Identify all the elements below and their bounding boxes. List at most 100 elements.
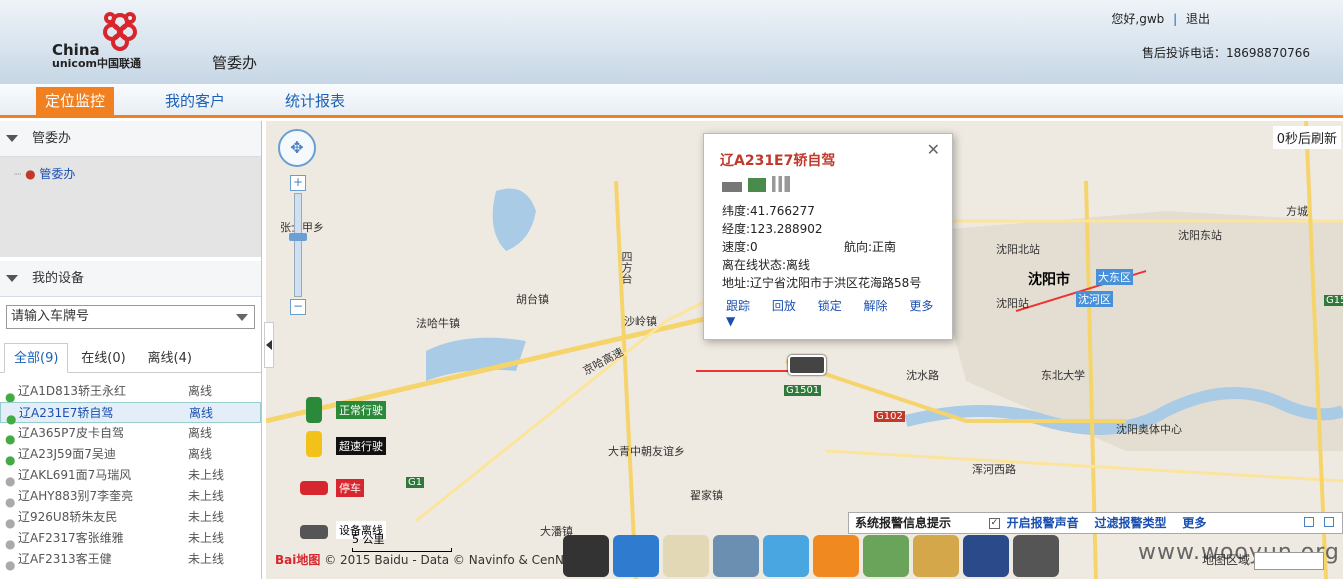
plate-search-select[interactable]: 请输入车牌号 xyxy=(6,305,255,329)
person-icon: ● xyxy=(5,474,16,488)
device-filter-tabs: 全部(9) 在线(0) 离线(4) xyxy=(0,339,261,373)
lock-link[interactable]: 锁定 xyxy=(818,299,842,313)
speed: 速度:0 xyxy=(722,240,758,254)
list-item[interactable]: ● 辽AF2313客王健 未上线 xyxy=(0,549,261,572)
zoom-in-button[interactable]: + xyxy=(290,175,306,191)
road-icon[interactable] xyxy=(563,535,609,577)
longitude: 经度:123.288902 xyxy=(722,222,823,236)
gps-satellite-icon xyxy=(747,178,766,192)
globe-icon[interactable] xyxy=(763,535,809,577)
panel-collapse-toggle[interactable] xyxy=(264,322,274,368)
person-icon: ● xyxy=(5,453,16,467)
zoom-out-button[interactable]: − xyxy=(290,299,306,315)
person-icon: ● xyxy=(6,412,17,426)
baidu-logo: Bai地图 xyxy=(275,553,321,567)
app-dock xyxy=(563,535,1063,579)
track-link[interactable]: 跟踪 xyxy=(726,299,750,313)
map-pin-icon[interactable] xyxy=(863,535,909,577)
tree-node[interactable]: ┈ ● 管委办 xyxy=(14,165,247,182)
playback-link[interactable]: 回放 xyxy=(772,299,796,313)
map-scale: 5 公里 xyxy=(352,531,452,552)
close-icon[interactable]: ✕ xyxy=(927,140,940,159)
alarm-sound-label[interactable]: 开启报警声音 xyxy=(1007,516,1079,530)
car-stopped-icon xyxy=(300,481,328,495)
list-item[interactable]: ● 辽A1D813轿王永红 离线 xyxy=(0,381,261,404)
car-normal-icon xyxy=(306,397,322,423)
main-nav: 定位监控 我的客户 统计报表 xyxy=(0,84,1343,118)
maximize-icon[interactable] xyxy=(1324,517,1334,527)
devices-panel-header[interactable]: 我的设备 xyxy=(0,261,261,297)
person-icon: ● xyxy=(5,558,16,572)
address: 地址:辽宁省沈阳市于洪区花海路58号 xyxy=(722,276,922,290)
list-item[interactable]: ● 辽A365P7皮卡自驾 离线 xyxy=(0,423,261,446)
person-icon: ● xyxy=(5,537,16,551)
tab-online[interactable]: 在线(0) xyxy=(72,344,134,374)
tab-reports[interactable]: 统计报表 xyxy=(276,87,354,115)
traffic-cone-icon[interactable] xyxy=(813,535,859,577)
header: China unicom中国联通 管委办 您好,gwb | 退出 售后投诉电话：1… xyxy=(0,0,1343,84)
legend-normal: 正常行驶 xyxy=(336,401,386,419)
sound-checkbox[interactable]: ✓ xyxy=(988,518,1000,529)
left-panel: 管委办 ┈ ● 管委办 我的设备 请输入车牌号 全部(9) 在线(0) 离线(4… xyxy=(0,121,262,579)
caret-left-icon[interactable] xyxy=(266,340,272,350)
car-speeding-icon xyxy=(306,431,322,457)
user-bar: 您好,gwb | 退出 xyxy=(1111,12,1210,26)
alarm-bar: 系统报警信息提示 ✓ 开启报警声音 过滤报警类型 更多 xyxy=(848,512,1343,534)
group-panel-header[interactable]: 管委办 xyxy=(0,121,261,157)
popup-title: 辽A231E7轿自驾 xyxy=(720,153,836,169)
user-icon: ● xyxy=(25,167,36,181)
list-item[interactable]: ● 辽AF2317客张维雅 未上线 xyxy=(0,528,261,551)
person-icon: ● xyxy=(5,390,16,404)
org-tree: ┈ ● 管委办 xyxy=(0,157,261,257)
map-view-select[interactable]: 地图区域 xyxy=(1202,551,1325,570)
refresh-countdown: 0秒后刷新 xyxy=(1272,126,1341,149)
battery-icon xyxy=(722,182,742,192)
latitude: 纬度:41.766277 xyxy=(722,204,815,218)
gear-icon[interactable] xyxy=(1013,535,1059,577)
car-offline-icon xyxy=(300,525,328,539)
logout-link[interactable]: 退出 xyxy=(1186,12,1210,26)
legend-speeding: 超速行驶 xyxy=(336,437,386,455)
satellite-icon[interactable] xyxy=(713,535,759,577)
person-icon: ● xyxy=(5,495,16,509)
vehicle-info-popup: 辽A231E7轿自驾 ✕ 纬度:41.766277 经度:123.288902 … xyxy=(703,133,953,340)
greeting: 您好,gwb xyxy=(1111,12,1165,26)
status-icons xyxy=(722,176,790,195)
heading: 航向:正南 xyxy=(844,240,897,254)
tab-all[interactable]: 全部(9) xyxy=(4,343,69,373)
collapse-triangle-icon[interactable] xyxy=(6,135,18,142)
list-item[interactable]: ● 辽A23J59面7吴迪 离线 xyxy=(0,444,261,467)
unlock-link[interactable]: 解除 xyxy=(864,299,888,313)
map-route-icon[interactable] xyxy=(663,535,709,577)
chevron-down-icon[interactable] xyxy=(236,314,248,321)
vehicle-marker-icon[interactable] xyxy=(788,355,826,375)
org-title: 管委办 xyxy=(212,54,258,72)
online-status: 离在线状态:离线 xyxy=(722,258,811,272)
tab-location-monitor[interactable]: 定位监控 xyxy=(36,87,115,115)
person-icon: ● xyxy=(5,432,16,446)
pen-icon[interactable] xyxy=(963,535,1009,577)
ruler-icon[interactable] xyxy=(913,535,959,577)
minimize-icon[interactable] xyxy=(1304,517,1314,527)
person-icon: ● xyxy=(5,516,16,530)
tab-offline[interactable]: 离线(4) xyxy=(139,344,201,374)
filter-alarm-link[interactable]: 过滤报警类型 xyxy=(1095,516,1167,530)
brand-text: China unicom中国联通 xyxy=(52,41,141,71)
zoom-slider[interactable] xyxy=(294,193,302,297)
legend-stopped: 停车 xyxy=(336,479,364,497)
list-item[interactable]: ● 辽AKL691面7马瑞风 未上线 xyxy=(0,465,261,488)
map-pan-control[interactable]: ✥ xyxy=(278,129,316,167)
list-item[interactable]: ● 辽AHY883别7李奎亮 未上线 xyxy=(0,486,261,509)
zoom-slider-handle[interactable] xyxy=(289,233,307,241)
list-item[interactable]: ● 辽A231E7轿自驾 离线 xyxy=(0,402,261,426)
alarm-more-link[interactable]: 更多 xyxy=(1182,516,1206,530)
paw-icon[interactable] xyxy=(613,535,659,577)
tab-my-customers[interactable]: 我的客户 xyxy=(156,87,234,115)
map-copyright: Bai地图 © 2015 Baidu - Data © Navinfo & Ce… xyxy=(275,553,582,567)
device-list: ● 辽A1D813轿王永红 离线 ● 辽A231E7轿自驾 离线 ● 辽A365P7皮卡自… xyxy=(0,381,261,572)
hotline: 售后投诉电话：18698870766 xyxy=(1142,46,1310,60)
gsm-signal-icon xyxy=(771,176,790,192)
popup-actions: 跟踪 回放 锁定 解除 更多▼ xyxy=(726,297,952,328)
collapse-triangle-icon[interactable] xyxy=(6,275,18,282)
list-item[interactable]: ● 辽926U8轿朱友民 未上线 xyxy=(0,507,261,530)
